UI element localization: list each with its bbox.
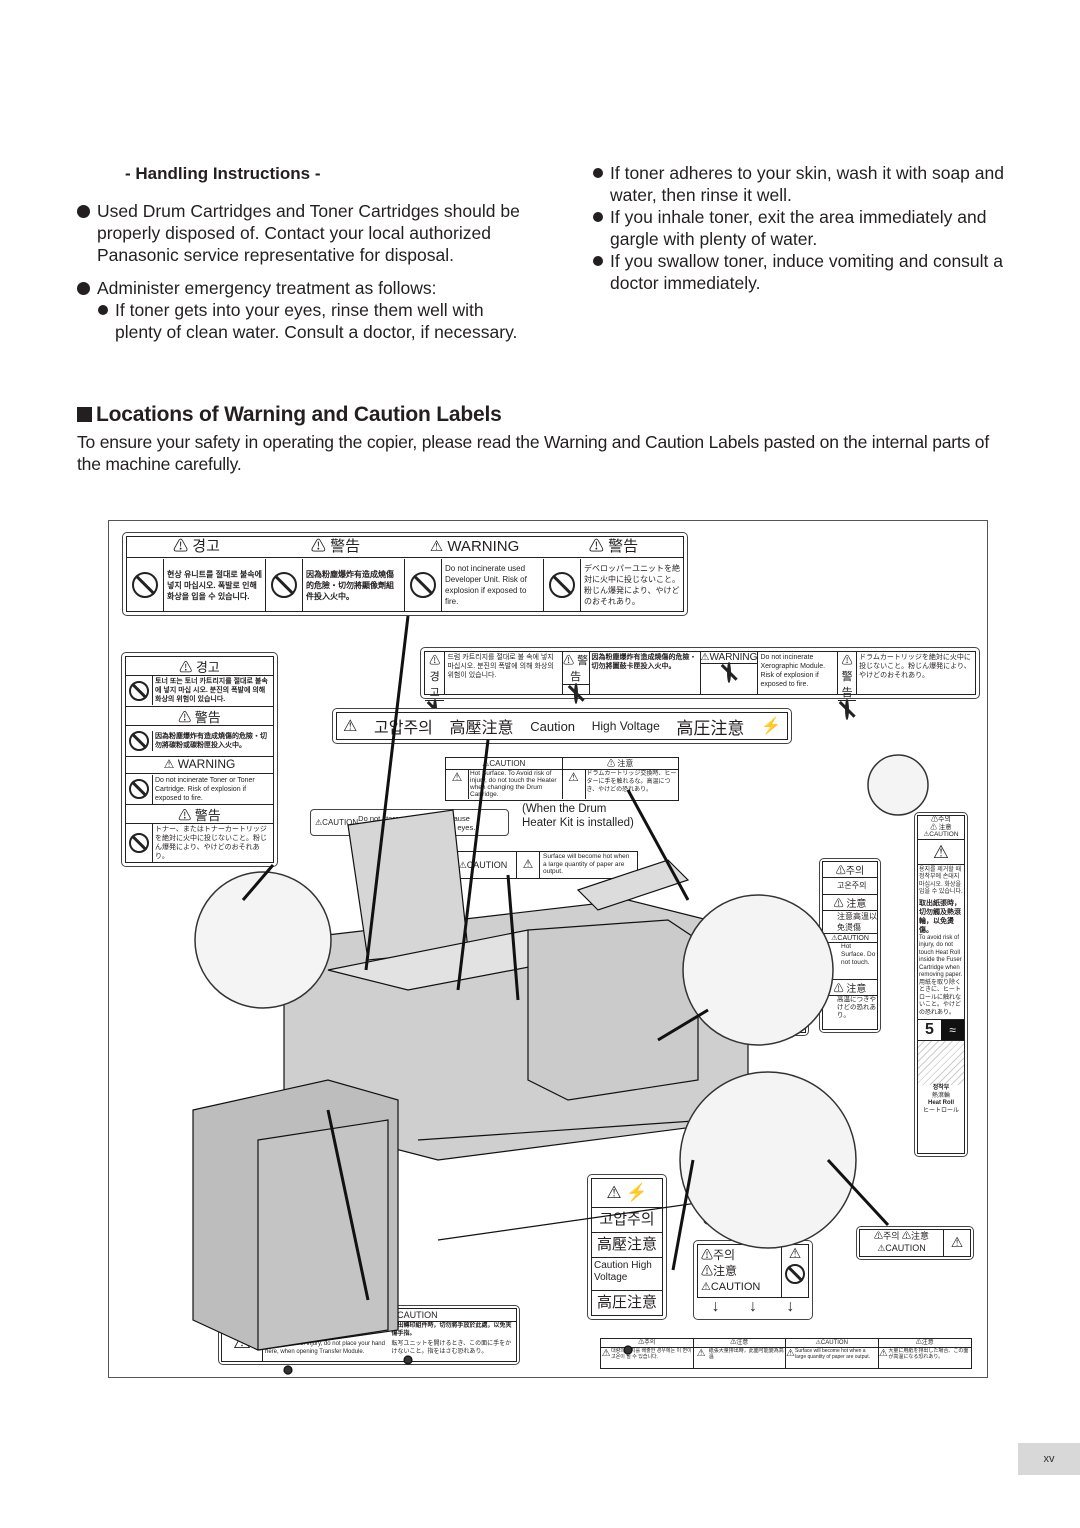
- bullet-emergency: Administer emergency treatment as follow…: [77, 277, 532, 299]
- section-intro: To ensure your safety in operating the c…: [77, 432, 989, 474]
- handling-instructions-title: - Handling Instructions -: [125, 164, 321, 183]
- detail-circle-toner: [194, 871, 332, 1009]
- handling-right-column: If toner adheres to your skin, wash it w…: [592, 162, 1012, 294]
- document-cover: [347, 809, 469, 961]
- caster: [403, 1355, 413, 1365]
- detail-circle-fuser-top: [682, 894, 834, 1046]
- copier-illustration: [192, 615, 929, 1375]
- square-bullet-icon: [77, 407, 92, 422]
- handling-left-column: Used Drum Cartridges and Toner Cartridge…: [77, 200, 532, 343]
- finisher-unit: [527, 919, 699, 1101]
- detail-circle-hand: [867, 754, 929, 816]
- section-heading: Locations of Warning and Caution Labels: [77, 403, 502, 427]
- sub-bullet-skin: If toner adheres to your skin, wash it w…: [592, 162, 1012, 206]
- feeder-door: [257, 1119, 389, 1351]
- sub-bullet-swallow: If you swallow toner, induce vomiting an…: [592, 250, 1012, 294]
- sub-bullet-eyes: If toner gets into your eyes, rinse them…: [97, 299, 532, 343]
- page-number: xv: [1018, 1443, 1080, 1475]
- sub-bullet-inhale: If you inhale toner, exit the area immed…: [592, 206, 1012, 250]
- bullet-dispose: Used Drum Cartridges and Toner Cartridge…: [77, 200, 532, 266]
- caster: [623, 1345, 633, 1355]
- caster: [283, 1365, 293, 1375]
